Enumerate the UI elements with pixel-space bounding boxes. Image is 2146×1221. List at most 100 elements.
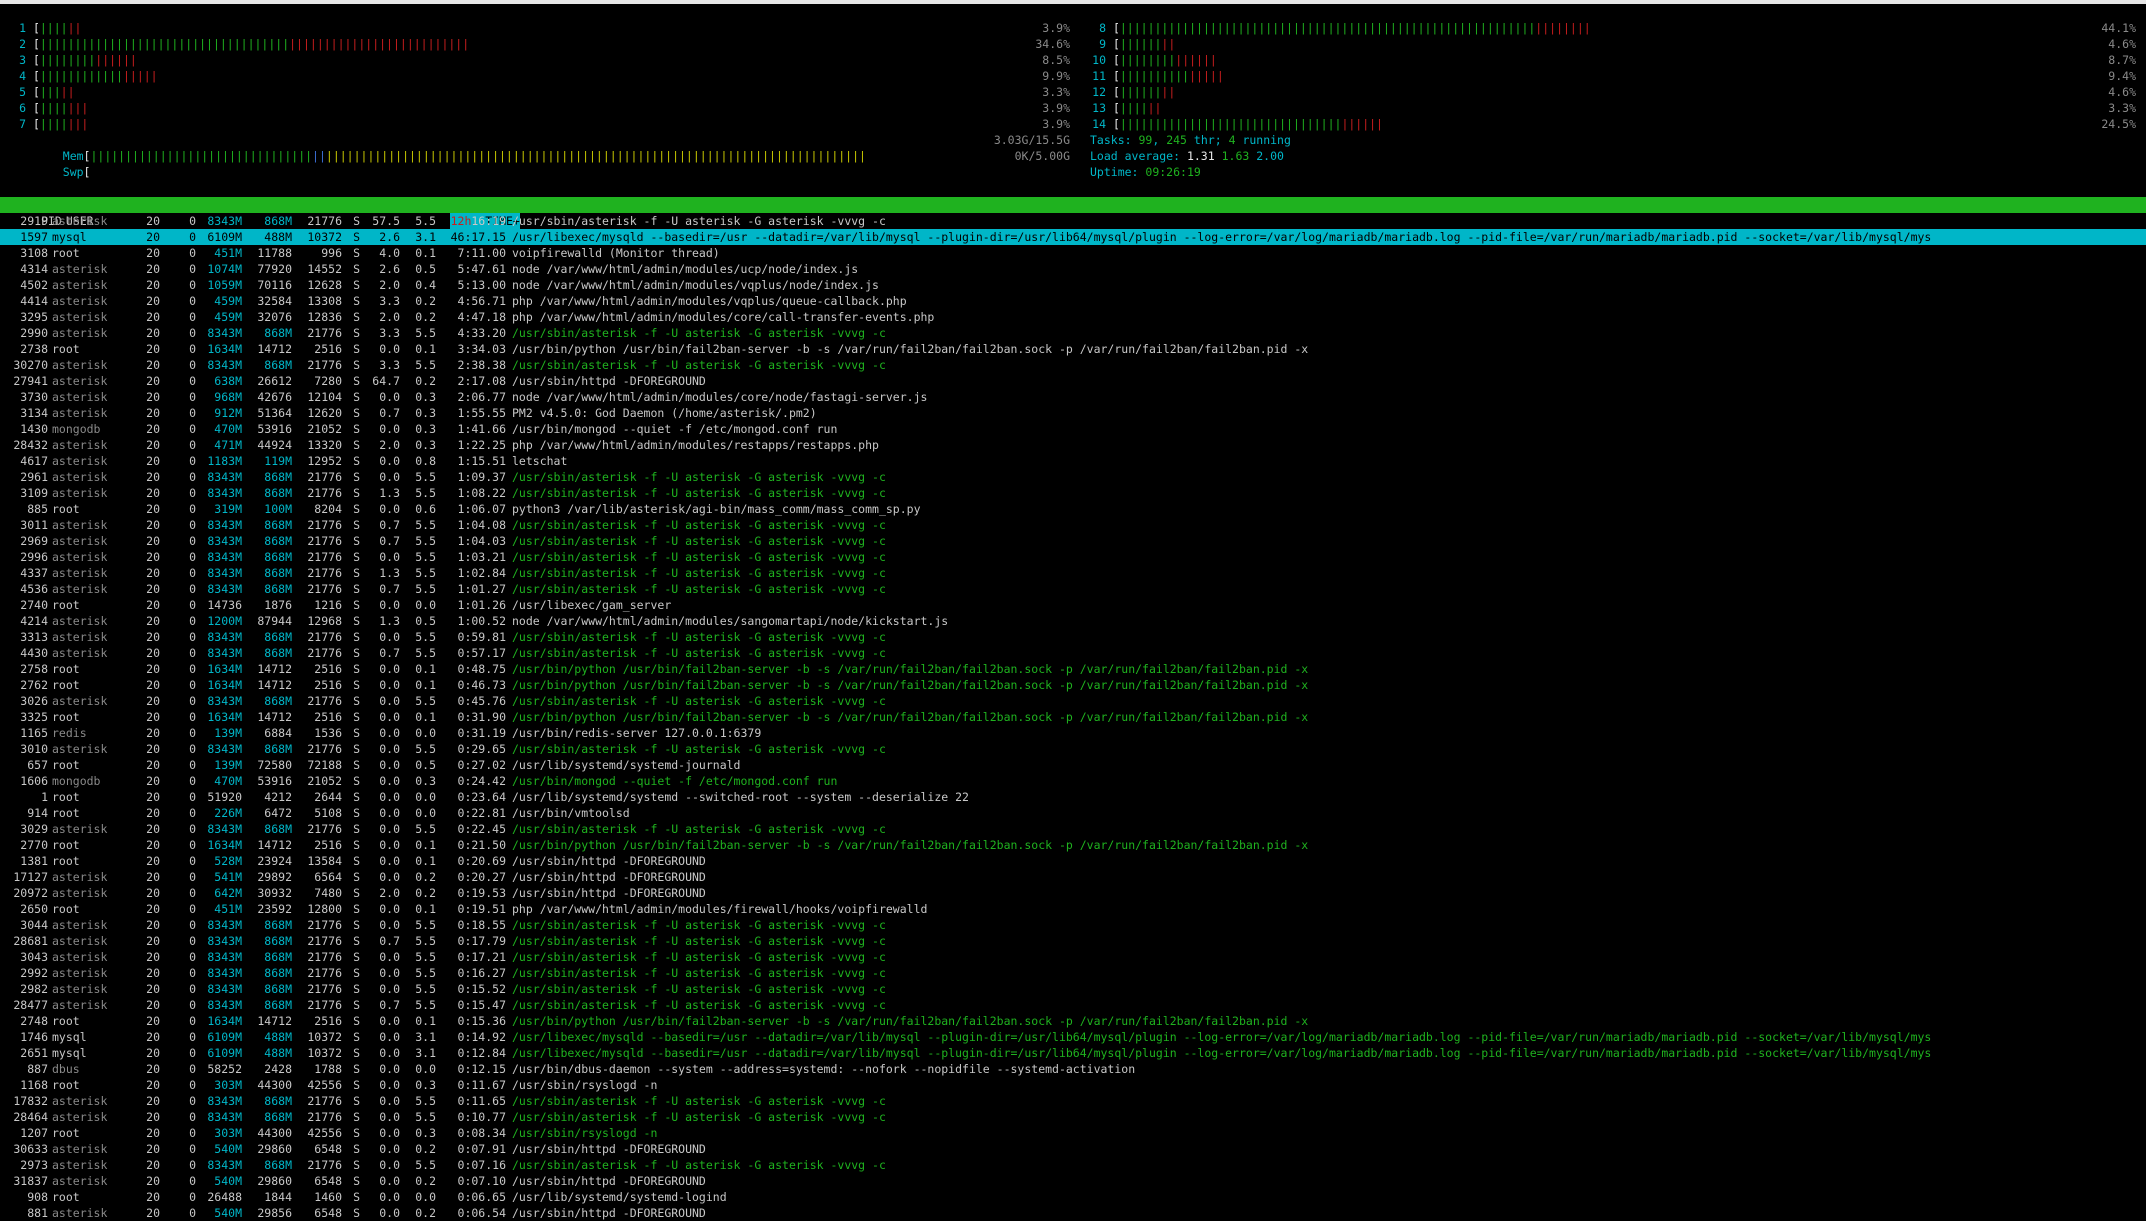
cell-time: 1:15.51 (457, 454, 506, 468)
process-row[interactable]: 2982 asterisk 20 0 8343M 868M 21776 S 0.0 5.5 0:15… (0, 981, 2146, 997)
process-row[interactable]: 2973 asterisk 20 0 8343M 868M 21776 S 0.0 5.5 0:07… (0, 1157, 2146, 1173)
process-row[interactable]: 3026 asterisk 20 0 8343M 868M 21776 S 0.0 5.5 0:45… (0, 693, 2146, 709)
process-row[interactable]: 1606 mongodb 20 0 470M 53916 21052 S 0.0 0.3 0:24.… (0, 773, 2146, 789)
cell-res: 1876 (264, 598, 292, 612)
process-row[interactable]: 4502 asterisk 20 0 1059M 70116 12628 S 2.0 0.4 5:1… (0, 277, 2146, 293)
process-row[interactable]: 3313 asterisk 20 0 8343M 868M 21776 S 0.0 5.5 0:59… (0, 629, 2146, 645)
cell-pid: 3730 (20, 390, 48, 404)
cell-s: S (353, 678, 360, 692)
process-row[interactable]: 3108 root 20 0 451M 11788 996 S 4.0 0.1 7:11.00 voi… (0, 245, 2146, 261)
cell-res: 488M (264, 230, 292, 244)
process-row[interactable]: 1430 mongodb 20 0 470M 53916 21052 S 0.0 0.3 1:41.… (0, 421, 2146, 437)
cell-s: S (353, 374, 360, 388)
process-row[interactable]: 17127 asterisk 20 0 541M 29892 6564 S 0.0 0.2 0:20… (0, 869, 2146, 885)
process-row[interactable]: 28464 asterisk 20 0 8343M 868M 21776 S 0.0 5.5 0:1… (0, 1109, 2146, 1125)
cell-virt: 8343M (207, 550, 242, 564)
process-row[interactable]: 28477 asterisk 20 0 8343M 868M 21776 S 0.7 5.5 0:1… (0, 997, 2146, 1013)
cell-shr: 1788 (314, 1062, 342, 1076)
cell-mem: 0.2 (415, 1142, 436, 1156)
process-row[interactable]: 3295 asterisk 20 0 459M 32076 12836 S 2.0 0.2 4:47… (0, 309, 2146, 325)
process-row[interactable]: 885 root 20 0 319M 100M 8204 S 0.0 0.6 1:06.07 pyth… (0, 501, 2146, 517)
cell-s: S (353, 918, 360, 932)
process-row[interactable]: 3730 asterisk 20 0 968M 42676 12104 S 0.0 0.3 2:06… (0, 389, 2146, 405)
process-table-header[interactable]: PID USER PRI NI VIRT RES SHR S CPU% MEM% TIME+ Comm… (0, 197, 2146, 229)
process-row[interactable]: 30270 asterisk 20 0 8343M 868M 21776 S 3.3 5.5 2:3… (0, 357, 2146, 373)
process-row[interactable]: 2762 root 20 0 1634M 14712 2516 S 0.0 0.1 0:46.73 /… (0, 677, 2146, 693)
process-row[interactable]: 2969 asterisk 20 0 8343M 868M 21776 S 0.7 5.5 1:04… (0, 533, 2146, 549)
process-row[interactable]: 27941 asterisk 20 0 638M 26612 7280 S 64.7 0.2 2:1… (0, 373, 2146, 389)
process-row[interactable]: 3109 asterisk 20 0 8343M 868M 21776 S 1.3 5.5 1:08… (0, 485, 2146, 501)
process-row[interactable]: 2651 mysql 20 0 6109M 488M 10372 S 0.0 3.1 0:12.84… (0, 1045, 2146, 1061)
process-row[interactable]: 4617 asterisk 20 0 1183M 119M 12952 S 0.0 0.8 1:15… (0, 453, 2146, 469)
cell-pid: 2990 (20, 326, 48, 340)
process-row[interactable]: 28432 asterisk 20 0 471M 44924 13320 S 2.0 0.3 1:2… (0, 437, 2146, 453)
process-row[interactable]: 2919 asterisk 20 0 8343M 868M 21776 S 57.5 5.5 12h… (0, 213, 2146, 229)
process-row[interactable]: 4414 asterisk 20 0 459M 32584 13308 S 3.3 0.2 4:56… (0, 293, 2146, 309)
cell-cmd: php /var/www/html/admin/modules/restapps… (512, 438, 879, 452)
process-row[interactable]: 1165 redis 20 0 139M 6884 1536 S 0.0 0.0 0:31.19/u… (0, 725, 2146, 741)
process-row[interactable]: 887 dbus 20 0 58252 2428 1788 S 0.0 0.0 0:12.15/us… (0, 1061, 2146, 1077)
cell-mem: 0.1 (415, 246, 436, 260)
cell-mem: 5.5 (415, 1110, 436, 1124)
process-row[interactable]: 30633 asterisk 20 0 540M 29860 6548 S 0.0 0.2 0:07… (0, 1141, 2146, 1157)
process-row[interactable]: 3044 asterisk 20 0 8343M 868M 21776 S 0.0 5.5 0:18… (0, 917, 2146, 933)
cell-pid: 3295 (20, 310, 48, 324)
process-row[interactable]: 657 root 20 0 139M 72580 72188 S 0.0 0.5 0:27.02/u… (0, 757, 2146, 773)
process-row[interactable]: 4214 asterisk 20 0 1200M 87944 12968 S 1.3 0.5 1:0… (0, 613, 2146, 629)
cell-mem: 0.1 (415, 710, 436, 724)
process-row[interactable]: 1207 root 20 0 303M 44300 42556 S 0.0 0.3 0:08.34 /… (0, 1125, 2146, 1141)
process-row[interactable]: 3134 asterisk 20 0 912M 51364 12620 S 0.7 0.3 1:55… (0, 405, 2146, 421)
process-row[interactable]: 4337 asterisk 20 0 8343M 868M 21776 S 1.3 5.5 1:02… (0, 565, 2146, 581)
process-row[interactable]: 17832 asterisk 20 0 8343M 868M 21776 S 0.0 5.5 0:1… (0, 1093, 2146, 1109)
cell-virt: 8343M (207, 582, 242, 596)
cell-pid: 2748 (20, 1014, 48, 1028)
process-row[interactable]: 2961 asterisk 20 0 8343M 868M 21776 S 0.0 5.5 1:09… (0, 469, 2146, 485)
process-row[interactable]: 2650 root 20 0 451M 23592 12800 S 0.0 0.1 0:19.51 p… (0, 901, 2146, 917)
process-row[interactable]: 3325 root 20 0 1634M 14712 2516 S 0.0 0.1 0:31.90 /… (0, 709, 2146, 725)
process-row[interactable]: 2996 asterisk 20 0 8343M 868M 21776 S 0.0 5.5 1:03… (0, 549, 2146, 565)
cell-mem: 0.2 (415, 294, 436, 308)
process-row[interactable]: 2992 asterisk 20 0 8343M 868M 21776 S 0.0 5.5 0:16… (0, 965, 2146, 981)
cell-virt: 968M (214, 390, 242, 404)
process-row[interactable]: 3011 asterisk 20 0 8343M 868M 21776 S 0.7 5.5 1:04… (0, 517, 2146, 533)
process-row[interactable]: 3043 asterisk 20 0 8343M 868M 21776 S 0.0 5.5 0:17… (0, 949, 2146, 965)
process-row[interactable]: 2990 asterisk 20 0 8343M 868M 21776 S 3.3 5.5 4:33… (0, 325, 2146, 341)
cell-user: asterisk (52, 1094, 108, 1108)
process-row[interactable]: 20972 asterisk 20 0 642M 30932 7480 S 2.0 0.2 0:19… (0, 885, 2146, 901)
process-row[interactable]: 1 root 20 0 51920 4212 2644 S 0.0 0.0 0:23.64/usr/… (0, 789, 2146, 805)
process-row[interactable]: 2758 root 20 0 1634M 14712 2516 S 0.0 0.1 0:48.75 /… (0, 661, 2146, 677)
cell-pid: 3134 (20, 406, 48, 420)
process-row[interactable]: 4536 asterisk 20 0 8343M 868M 21776 S 0.7 5.5 1:01… (0, 581, 2146, 597)
process-row[interactable]: 908 root 20 0 26488 1844 1460 S 0.0 0.0 0:06.65/us… (0, 1189, 2146, 1205)
process-row[interactable]: 3010 asterisk 20 0 8343M 868M 21776 S 0.0 5.5 0:29… (0, 741, 2146, 757)
process-row[interactable]: 3029 asterisk 20 0 8343M 868M 21776 S 0.0 5.5 0:22… (0, 821, 2146, 837)
process-row[interactable]: 2770 root 20 0 1634M 14712 2516 S 0.0 0.1 0:21.50 /… (0, 837, 2146, 853)
process-row[interactable]: 28681 asterisk 20 0 8343M 868M 21776 S 0.7 5.5 0:1… (0, 933, 2146, 949)
cell-res: 26612 (257, 374, 292, 388)
process-row[interactable]: 914 root 20 0 226M 6472 5108 S 0.0 0.0 0:22.81/usr… (0, 805, 2146, 821)
cell-cpu: 0.0 (379, 550, 400, 564)
cpu-percent: 9.9% (1042, 69, 1070, 83)
cell-virt: 1634M (207, 678, 242, 692)
cell-cmd: php /var/www/html/admin/modules/vqplus/q… (512, 294, 907, 308)
process-list[interactable]: 2919 asterisk 20 0 8343M 868M 21776 S 57.5 5.5 12h… (0, 213, 2146, 1221)
cell-res: 14712 (257, 838, 292, 852)
process-row[interactable]: 2748 root 20 0 1634M 14712 2516 S 0.0 0.1 0:15.36 /… (0, 1013, 2146, 1029)
process-row[interactable]: 1168 root 20 0 303M 44300 42556 S 0.0 0.3 0:11.67 /… (0, 1077, 2146, 1093)
cell-cmd: /usr/sbin/httpd -DFOREGROUND (512, 854, 706, 868)
process-row[interactable]: 4430 asterisk 20 0 8343M 868M 21776 S 0.7 5.5 0:57… (0, 645, 2146, 661)
cell-res: 100M (264, 502, 292, 516)
process-row[interactable]: 2738 root 20 0 1634M 14712 2516 S 0.0 0.1 3:34.03 /… (0, 341, 2146, 357)
process-row[interactable]: 31837 asterisk 20 0 540M 29860 6548 S 0.0 0.2 0:07… (0, 1173, 2146, 1189)
cell-mem: 5.5 (415, 214, 436, 228)
process-row[interactable]: 1746 mysql 20 0 6109M 488M 10372 S 0.0 3.1 0:14.92… (0, 1029, 2146, 1045)
cpu-bar: |||||||| (1119, 85, 1176, 99)
process-row[interactable]: 881 asterisk 20 0 540M 29856 6548 S 0.0 0.2 0:06.5… (0, 1205, 2146, 1221)
cell-pri: 20 (146, 1174, 160, 1188)
process-row-selected[interactable]: 1597 mysql 20 0 6109M 488M 10372 S 2.6 3.1 46:17.1… (0, 229, 2146, 245)
process-row[interactable]: 2740 root 20 0 14736 1876 1216 S 0.0 0.0 1:01.26/u… (0, 597, 2146, 613)
cell-cmd: /usr/libexec/gam_server (512, 598, 672, 612)
process-row[interactable]: 1381 root 20 0 528M 23924 13584 S 0.0 0.1 0:20.69 /… (0, 853, 2146, 869)
process-row[interactable]: 4314 asterisk 20 0 1074M 77920 14552 S 2.6 0.5 5:4… (0, 261, 2146, 277)
cell-time: 1:08.22 (457, 486, 506, 500)
